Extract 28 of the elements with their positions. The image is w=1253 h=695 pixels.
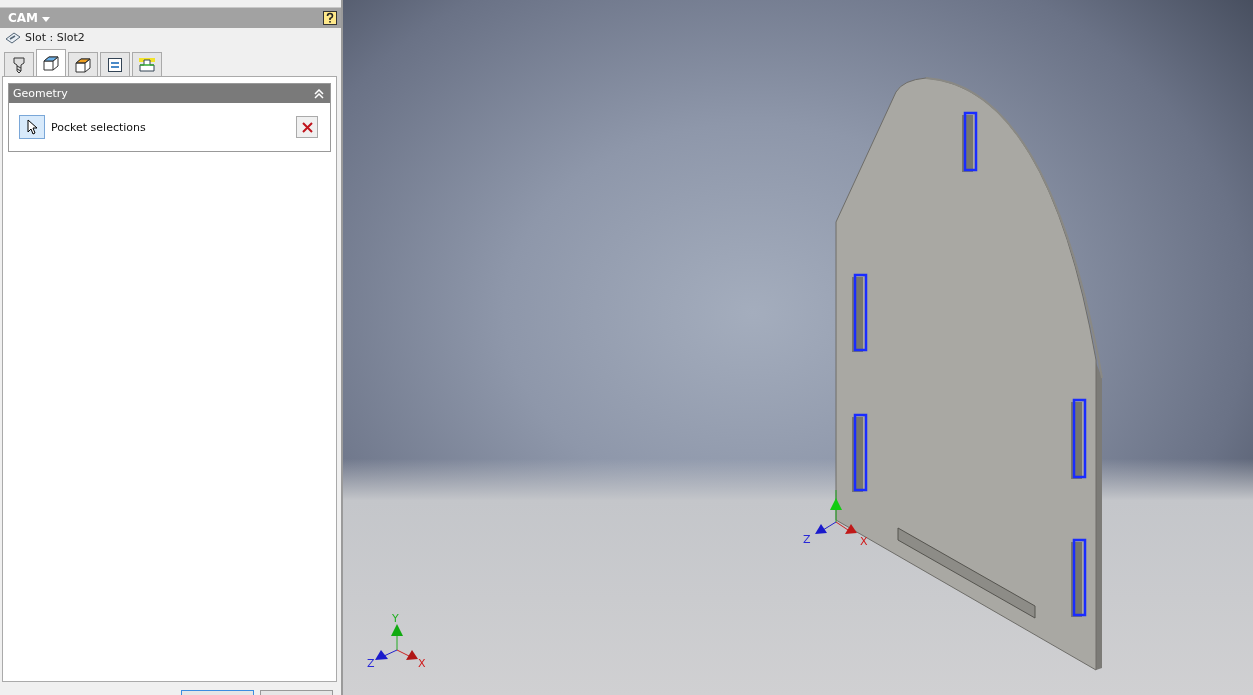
- axis-label: Z: [367, 657, 375, 670]
- group-title: Geometry: [13, 87, 68, 100]
- axis-label: Z: [803, 533, 811, 546]
- axis-label: Y: [392, 612, 399, 625]
- cam-menu-button[interactable]: CAM: [8, 11, 51, 25]
- settings-tab[interactable]: [68, 52, 98, 76]
- settings-tab[interactable]: [4, 52, 34, 76]
- selection-label: Pocket selections: [51, 120, 147, 134]
- cube-icon: [74, 55, 92, 74]
- view-triad-drawing: [375, 624, 418, 660]
- axis-label: X: [418, 657, 426, 670]
- cursor-icon: [27, 119, 37, 135]
- slot-icon: [5, 31, 21, 44]
- linking-icon: [138, 56, 156, 73]
- axis-triad-drawing: [815, 489, 857, 534]
- collapse-icon[interactable]: [314, 88, 324, 99]
- caret-icon: [42, 17, 51, 22]
- tool-icon: [11, 55, 27, 74]
- operation-name: Slot : Slot2: [25, 31, 85, 44]
- cube-icon: [42, 54, 60, 72]
- passes-icon: [107, 56, 123, 73]
- close-icon: [301, 121, 313, 133]
- help-icon[interactable]: [323, 11, 337, 25]
- axis-label: X: [860, 535, 868, 548]
- select-geometry-button[interactable]: [19, 115, 45, 139]
- settings-tab[interactable]: [100, 52, 130, 76]
- clear-selection-button[interactable]: [296, 116, 318, 138]
- settings-tab[interactable]: [36, 49, 66, 76]
